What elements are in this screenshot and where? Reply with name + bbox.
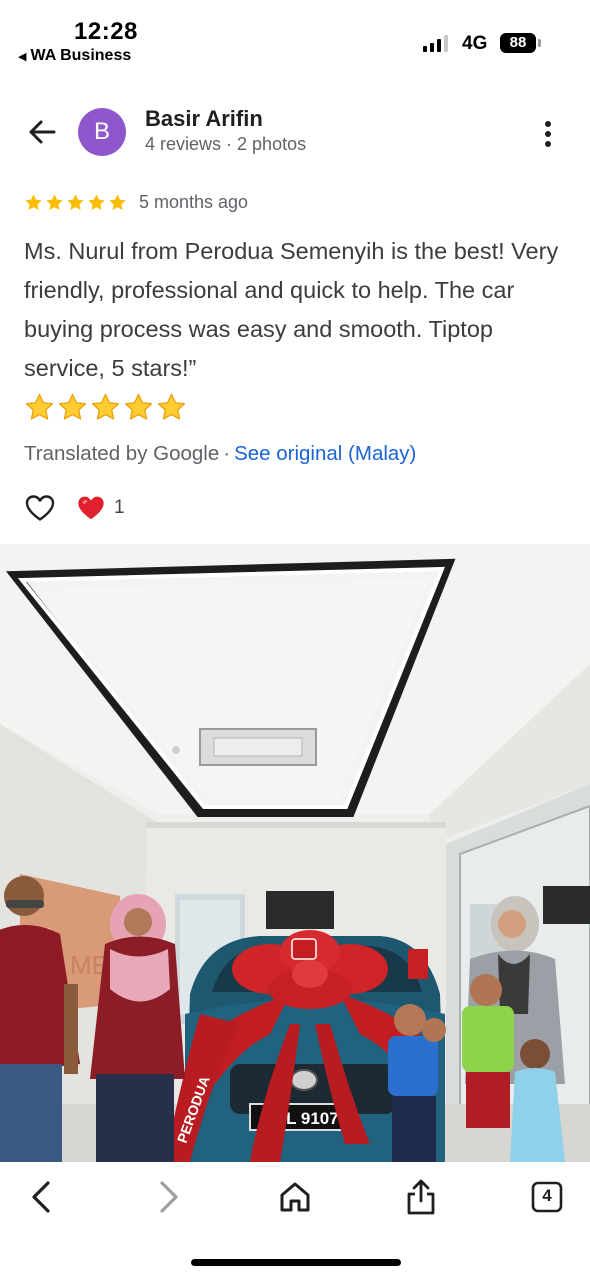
review-text: Ms. Nurul from Perodua Semenyih is the b… (24, 238, 559, 381)
battery-icon: 88 (500, 33, 536, 53)
back-icon[interactable] (22, 1177, 62, 1217)
photo-count: 2 photos (237, 134, 307, 154)
showroom-photo-image: ble ME JYL 9107 PERODUA (0, 544, 590, 1162)
avatar[interactable]: B (78, 108, 126, 156)
home-indicator[interactable] (191, 1259, 401, 1266)
more-options-icon[interactable] (536, 116, 560, 152)
signal-icon (423, 34, 448, 52)
heart-count: 1 (114, 497, 125, 518)
status-bar: 12:28 ◀ WA Business 4G 88 (0, 0, 590, 72)
home-icon[interactable] (275, 1177, 315, 1217)
emoji-stars (24, 392, 187, 423)
share-icon[interactable] (401, 1177, 441, 1217)
reviewer-name[interactable]: Basir Arifin (145, 106, 263, 132)
back-arrow-icon[interactable] (24, 114, 60, 150)
star-icon (46, 193, 63, 210)
clock: 12:28 (74, 18, 138, 45)
reviewer-meta: 4 reviews · 2 photos (145, 134, 307, 154)
translated-by-label: Translated by Google (24, 442, 220, 465)
star-icon (109, 193, 126, 210)
review-time: 5 months ago (139, 191, 249, 212)
forward-icon[interactable] (148, 1177, 188, 1217)
star-icon (25, 193, 42, 210)
star-emoji-icon (58, 393, 87, 420)
review-header: B Basir Arifin 4 reviews · 2 photos (0, 100, 590, 166)
battery-tip (538, 39, 541, 47)
heart-reaction[interactable]: 1 (76, 493, 125, 523)
star-icon (88, 193, 105, 210)
star-emoji-icon (124, 393, 153, 420)
star-emoji-icon (157, 393, 186, 420)
review-count: 4 reviews (145, 134, 222, 154)
star-rating (24, 193, 127, 212)
star-emoji-icon (25, 393, 54, 420)
heart-outline-icon[interactable] (24, 492, 56, 524)
translation-note: Translated by Google · See original (Malay… (24, 442, 417, 465)
rating-row: 5 months ago (24, 190, 248, 214)
network-type: 4G (462, 33, 488, 54)
back-app-label: WA Business (30, 47, 132, 64)
battery-level: 88 (509, 34, 527, 51)
star-icon (67, 193, 84, 210)
see-original-link[interactable]: See original (Malay) (234, 442, 416, 465)
star-emoji-icon (91, 393, 120, 420)
tab-count: 4 (542, 1186, 552, 1205)
tabs-button[interactable]: 4 (527, 1177, 567, 1217)
back-to-app-link[interactable]: ◀ WA Business (18, 47, 131, 65)
reactions-row: 1 (24, 490, 125, 526)
review-photo[interactable]: ble ME JYL 9107 PERODUA (0, 544, 590, 1162)
avatar-letter: B (93, 118, 110, 145)
back-triangle-icon: ◀ (18, 50, 27, 63)
red-heart-icon (78, 496, 104, 520)
